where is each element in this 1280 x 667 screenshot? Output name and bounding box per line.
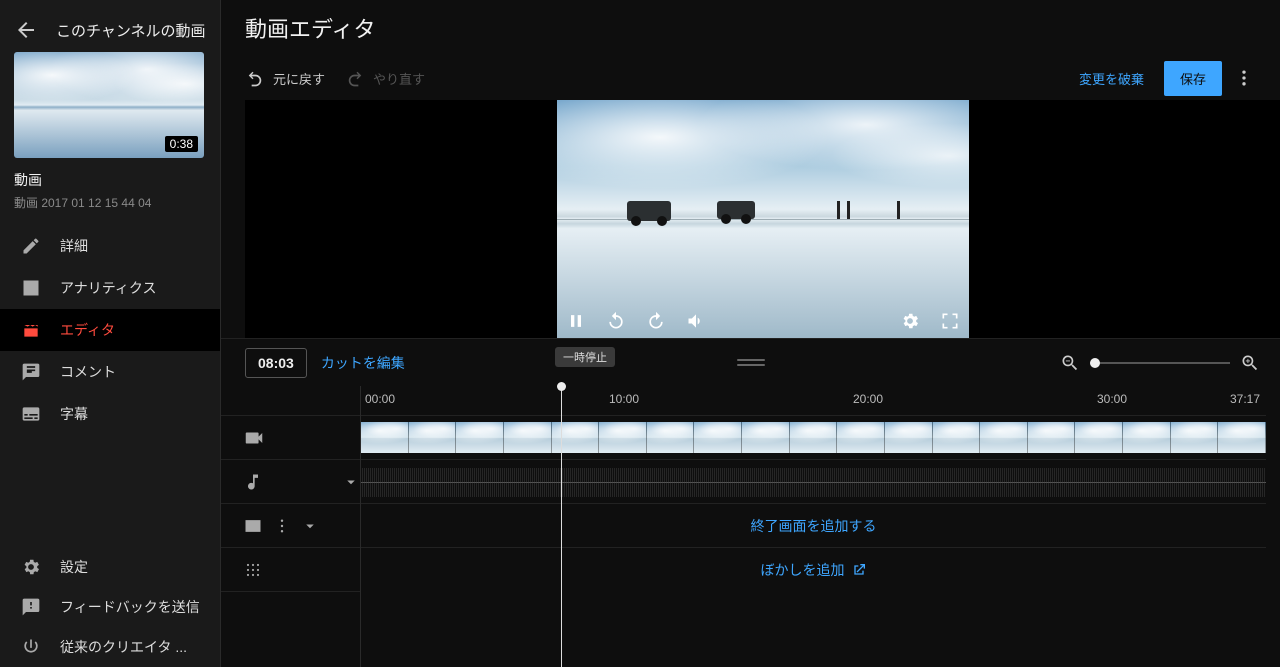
pause-tooltip: 一時停止 [555, 347, 615, 367]
editor-clapper-icon [20, 319, 42, 341]
preview-right-blank [969, 100, 1280, 338]
zoom-in-icon[interactable] [1240, 353, 1260, 373]
audio-track-label [221, 460, 360, 504]
timecode-display[interactable]: 08:03 [245, 348, 307, 378]
blur-track[interactable]: ぼかしを追加 [361, 548, 1266, 592]
subtitles-icon [20, 403, 42, 425]
time-ruler[interactable]: 00:00 10:00 20:00 30:00 37:17 [361, 386, 1266, 416]
ruler-tick: 10:00 [609, 392, 639, 406]
forward-button[interactable] [645, 310, 667, 332]
video-preview[interactable] [557, 100, 969, 338]
sidebar-item-subtitles[interactable]: 字幕 [0, 393, 220, 435]
redo-button[interactable]: やり直す [345, 68, 425, 88]
preview-area [245, 100, 1280, 338]
ruler-tick: 00:00 [365, 392, 395, 406]
video-track[interactable] [361, 416, 1266, 460]
sidebar-footer: 設定 フィードバックを送信 従来のクリエイタ ... [0, 547, 220, 667]
undo-icon [245, 68, 265, 88]
add-end-screen-link[interactable]: 終了画面を追加する [361, 516, 1266, 536]
sidebar-item-analytics[interactable]: アナリティクス [0, 267, 220, 309]
sidebar-item-classic[interactable]: 従来のクリエイタ ... [0, 627, 220, 667]
chevron-down-icon[interactable] [301, 517, 319, 535]
fullscreen-button[interactable] [939, 310, 961, 332]
ruler-label [221, 386, 360, 416]
edit-cut-button[interactable]: カットを編集 [321, 353, 405, 373]
video-thumbnail[interactable]: 0:38 [14, 52, 204, 158]
sidebar-item-label: 詳細 [60, 236, 88, 256]
panel-drag-handle[interactable] [737, 357, 765, 369]
exit-icon [20, 636, 42, 658]
rewind-button[interactable] [605, 310, 627, 332]
analytics-icon [20, 277, 42, 299]
sidebar: このチャンネルの動画 0:38 動画 動画 2017 01 12 15 44 0… [0, 0, 221, 667]
preview-left-blank [245, 100, 557, 338]
redo-icon [345, 68, 365, 88]
video-subtitle: 動画 2017 01 12 15 44 04 [14, 194, 206, 211]
video-track-label [221, 416, 360, 460]
comments-icon [20, 361, 42, 383]
discard-button[interactable]: 変更を破棄 [1069, 61, 1154, 96]
zoom-out-icon[interactable] [1060, 353, 1080, 373]
playhead[interactable] [561, 386, 562, 667]
ruler-tick: 20:00 [853, 392, 883, 406]
main: 動画エディタ 元に戻す やり直す 変更を破棄 保存 [221, 0, 1280, 667]
undo-label: 元に戻す [273, 69, 325, 88]
sidebar-item-label: アナリティクス [60, 278, 156, 298]
blur-track-label [221, 548, 360, 592]
sidebar-item-label: 従来のクリエイタ ... [60, 637, 187, 657]
sidebar-item-settings[interactable]: 設定 [0, 547, 220, 587]
sidebar-item-label: 字幕 [60, 404, 88, 424]
ruler-tick: 30:00 [1097, 392, 1127, 406]
settings-gear-icon[interactable] [899, 310, 921, 332]
sidebar-item-feedback[interactable]: フィードバックを送信 [0, 587, 220, 627]
sidebar-item-label: 設定 [60, 557, 88, 577]
endscreen-icon [243, 516, 263, 536]
track-more-icon[interactable] [273, 517, 291, 535]
feedback-icon [20, 596, 42, 618]
page-title: 動画エディタ [245, 12, 375, 44]
zoom-slider[interactable] [1090, 362, 1230, 364]
redo-label: やり直す [373, 69, 425, 88]
sidebar-item-label: エディタ [60, 320, 115, 340]
sidebar-title[interactable]: このチャンネルの動画 [56, 20, 206, 41]
blur-grid-icon [243, 560, 263, 580]
audio-track[interactable] [361, 460, 1266, 504]
sidebar-nav: 詳細 アナリティクス エディタ コメント 字幕 [0, 225, 220, 435]
sidebar-item-label: コメント [60, 362, 116, 382]
pencil-icon [20, 235, 42, 257]
undo-button[interactable]: 元に戻す [245, 68, 325, 88]
sidebar-item-details[interactable]: 詳細 [0, 225, 220, 267]
gear-icon [20, 556, 42, 578]
chevron-down-icon[interactable] [342, 473, 360, 491]
endscreen-track[interactable]: 終了画面を追加する [361, 504, 1266, 548]
save-button[interactable]: 保存 [1164, 61, 1222, 96]
video-title: 動画 [14, 170, 206, 190]
time-control-bar: 08:03 カットを編集 一時停止 [221, 338, 1280, 386]
main-header: 動画エディタ [221, 0, 1280, 56]
toolbar: 元に戻す やり直す 変更を破棄 保存 [221, 56, 1280, 100]
video-camera-icon [243, 427, 265, 449]
endscreen-track-label [221, 504, 360, 548]
sidebar-item-comments[interactable]: コメント [0, 351, 220, 393]
ruler-end: 37:17 [1230, 392, 1260, 406]
music-note-icon [243, 472, 263, 492]
thumbnail-duration: 0:38 [165, 136, 198, 152]
sidebar-item-editor[interactable]: エディタ [0, 309, 220, 351]
pause-button[interactable] [565, 310, 587, 332]
more-menu-icon[interactable] [1232, 66, 1256, 90]
timeline: 00:00 10:00 20:00 30:00 37:17 終了画面を追加する … [221, 386, 1280, 667]
back-arrow-icon[interactable] [14, 18, 38, 42]
volume-button[interactable] [685, 310, 707, 332]
sidebar-item-label: フィードバックを送信 [60, 597, 200, 617]
add-blur-link[interactable]: ぼかしを追加 [361, 560, 1266, 580]
